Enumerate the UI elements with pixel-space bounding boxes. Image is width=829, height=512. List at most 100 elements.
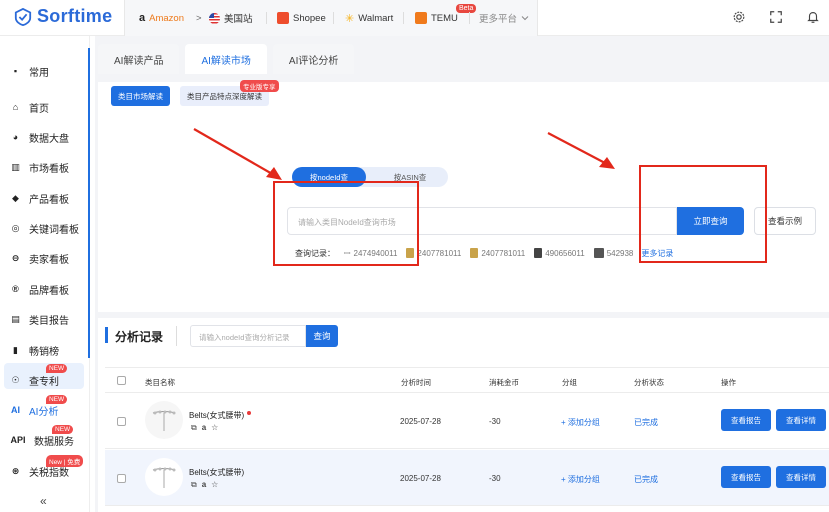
temu-icon bbox=[415, 12, 427, 24]
us-flag-icon bbox=[209, 12, 220, 24]
sidebar-item-label: 市场看板 bbox=[29, 163, 69, 175]
table-row: Belts(女式腰带) ⧉ a ☆ 2025-07-28 -30 + 添加分组 … bbox=[105, 450, 829, 506]
records-search-button[interactable]: 查询 bbox=[306, 325, 338, 347]
tab-ai-product[interactable]: AI解读产品 bbox=[98, 44, 180, 74]
records-title: 分析记录 bbox=[115, 330, 164, 344]
sidebar-item-label: 品牌看板 bbox=[29, 285, 69, 297]
amazon-link-icon[interactable]: a bbox=[202, 423, 206, 433]
platform-amazon-label: Amazon bbox=[149, 12, 184, 24]
subtab-category-market[interactable]: 类目市场解读 bbox=[111, 86, 170, 106]
site-selector[interactable]: 美国站 bbox=[209, 11, 253, 25]
logo[interactable]: Sorftime bbox=[14, 6, 112, 27]
logo-text: Sorftime bbox=[37, 6, 113, 26]
sidebar-item-product[interactable]: ◆ 产品看板 bbox=[10, 188, 69, 208]
product-thumbnail-icon bbox=[593, 248, 604, 258]
sidebar-item-home[interactable]: ⌂ 首页 bbox=[10, 97, 49, 117]
belt-icon bbox=[152, 410, 176, 431]
logo-icon bbox=[14, 7, 32, 26]
annotation-box bbox=[273, 181, 419, 266]
map-icon: ▥ bbox=[11, 161, 20, 172]
platform-shopee[interactable]: Shopee bbox=[277, 11, 326, 25]
history-item[interactable]: 2407781011 bbox=[470, 248, 525, 258]
sidebar-item-label: 常用 bbox=[29, 67, 49, 79]
column-header: 类目名称 bbox=[145, 378, 175, 387]
table-header: 类目名称 分析时间 消耗金币 分组 分析状态 操作 bbox=[105, 367, 829, 393]
sidebar-item-label: 卖家看板 bbox=[29, 254, 69, 266]
bookmark-icon: ▪ bbox=[13, 66, 18, 76]
fullscreen-icon[interactable] bbox=[769, 10, 783, 24]
pie-chart-icon: ◕ bbox=[12, 132, 19, 142]
analysis-date: 2025-07-28 bbox=[400, 474, 441, 483]
sidebar-item-patent[interactable]: ☉ 查专利 bbox=[10, 370, 59, 390]
platform-walmart[interactable]: ✳ Walmart bbox=[345, 11, 393, 25]
sidebar-item-market[interactable]: ▥ 市场看板 bbox=[10, 157, 69, 177]
coins-spent: -30 bbox=[489, 474, 501, 483]
bell-icon[interactable] bbox=[806, 10, 820, 24]
category-name: Belts(女式腰带) bbox=[189, 468, 245, 477]
history-item-label: 2407781011 bbox=[417, 248, 462, 258]
view-report-button[interactable]: 查看报告 bbox=[721, 409, 771, 431]
sidebar-item-seller[interactable]: ⊖ 卖家看板 bbox=[10, 248, 69, 268]
view-details-button[interactable]: 查看详情 bbox=[776, 409, 826, 431]
history-item[interactable]: 490656011 bbox=[534, 248, 585, 258]
history-item[interactable]: 542938 bbox=[593, 248, 633, 258]
sidebar-item-dashboard[interactable]: ◕ 数据大盘 bbox=[10, 127, 69, 147]
row-quick-actions: ⧉ a ☆ bbox=[191, 480, 218, 490]
sidebar-active-indicator bbox=[88, 48, 90, 358]
row-checkbox[interactable] bbox=[117, 417, 126, 426]
platform-temu[interactable]: TEMU bbox=[415, 11, 458, 25]
settings-icon[interactable] bbox=[732, 10, 746, 24]
view-report-button[interactable]: 查看报告 bbox=[721, 466, 771, 488]
sidebar-item-bestsellers[interactable]: ▮ 畅销榜 bbox=[10, 340, 59, 360]
copy-icon[interactable]: ⧉ bbox=[191, 423, 197, 433]
sidebar-item-keyword[interactable]: ◎ 关键词看板 bbox=[10, 218, 79, 238]
more-platforms-dropdown[interactable]: 更多平台 bbox=[479, 11, 529, 25]
add-group-link[interactable]: + 添加分组 bbox=[561, 474, 600, 485]
category-name: Belts(女式腰带) bbox=[189, 410, 252, 421]
status-text: 已完成 bbox=[634, 418, 658, 427]
product-image bbox=[145, 401, 183, 439]
row-quick-actions: ⧉ a ☆ bbox=[191, 423, 218, 433]
sidebar-item-label: 查专利 bbox=[29, 376, 59, 388]
sidebar-item-brand[interactable]: ® 品牌看板 bbox=[10, 279, 69, 299]
platform-shopee-label: Shopee bbox=[293, 12, 326, 24]
column-header: 分析状态 bbox=[634, 378, 664, 387]
platform-amazon[interactable]: a Amazon > bbox=[139, 11, 202, 25]
sidebar-item-label: 畅销榜 bbox=[29, 346, 59, 358]
select-all-checkbox[interactable] bbox=[117, 376, 126, 385]
collapse-sidebar-icon[interactable]: « bbox=[40, 494, 47, 508]
top-bar: Sorftime a Amazon > 美国站 Shopee ✳ Walmart… bbox=[0, 0, 829, 36]
tab-ai-review[interactable]: AI评论分析 bbox=[272, 44, 355, 74]
divider bbox=[176, 326, 177, 346]
tab-ai-market[interactable]: AI解读市场 bbox=[185, 44, 267, 74]
column-header: 操作 bbox=[721, 378, 736, 387]
section-accent bbox=[105, 327, 108, 343]
sidebar-item-favorites[interactable]: ▪ 常用 bbox=[10, 61, 49, 81]
analysis-tabs: AI解读产品 AI解读市场 AI评论分析 bbox=[98, 44, 360, 74]
new-badge: NEW bbox=[46, 395, 68, 404]
sidebar-item-report[interactable]: ▤ 类目报告 bbox=[10, 309, 69, 329]
amazon-link-icon[interactable]: a bbox=[202, 480, 206, 490]
platform-switcher: a Amazon > 美国站 Shopee ✳ Walmart TEMU Bet… bbox=[124, 0, 538, 36]
new-free-badge: New | 免费 bbox=[46, 455, 84, 467]
column-header: 分析时间 bbox=[401, 378, 431, 387]
divider bbox=[333, 12, 334, 24]
sidebar-item-label: 关键词看板 bbox=[29, 224, 79, 236]
shopee-icon bbox=[277, 12, 289, 24]
bar-chart-icon: ▮ bbox=[13, 344, 18, 355]
view-details-button[interactable]: 查看详情 bbox=[776, 466, 826, 488]
add-group-link[interactable]: + 添加分组 bbox=[561, 417, 600, 428]
sidebar-item-label: 首页 bbox=[29, 103, 49, 115]
copy-icon[interactable]: ⧉ bbox=[191, 480, 197, 490]
new-badge: NEW bbox=[46, 364, 68, 373]
history-item-label: 490656011 bbox=[545, 248, 585, 258]
unread-dot bbox=[247, 411, 252, 415]
star-icon[interactable]: ☆ bbox=[211, 480, 218, 490]
star-icon[interactable]: ☆ bbox=[211, 423, 218, 433]
divider bbox=[266, 12, 267, 24]
records-search-input[interactable]: 请输入nodeId查询分析记录 bbox=[190, 325, 306, 347]
row-checkbox[interactable] bbox=[117, 474, 126, 483]
sidebar-item-label: 数据大盘 bbox=[29, 133, 69, 145]
history-item-label: 2407781011 bbox=[481, 248, 526, 258]
brand-icon: ® bbox=[12, 284, 19, 294]
